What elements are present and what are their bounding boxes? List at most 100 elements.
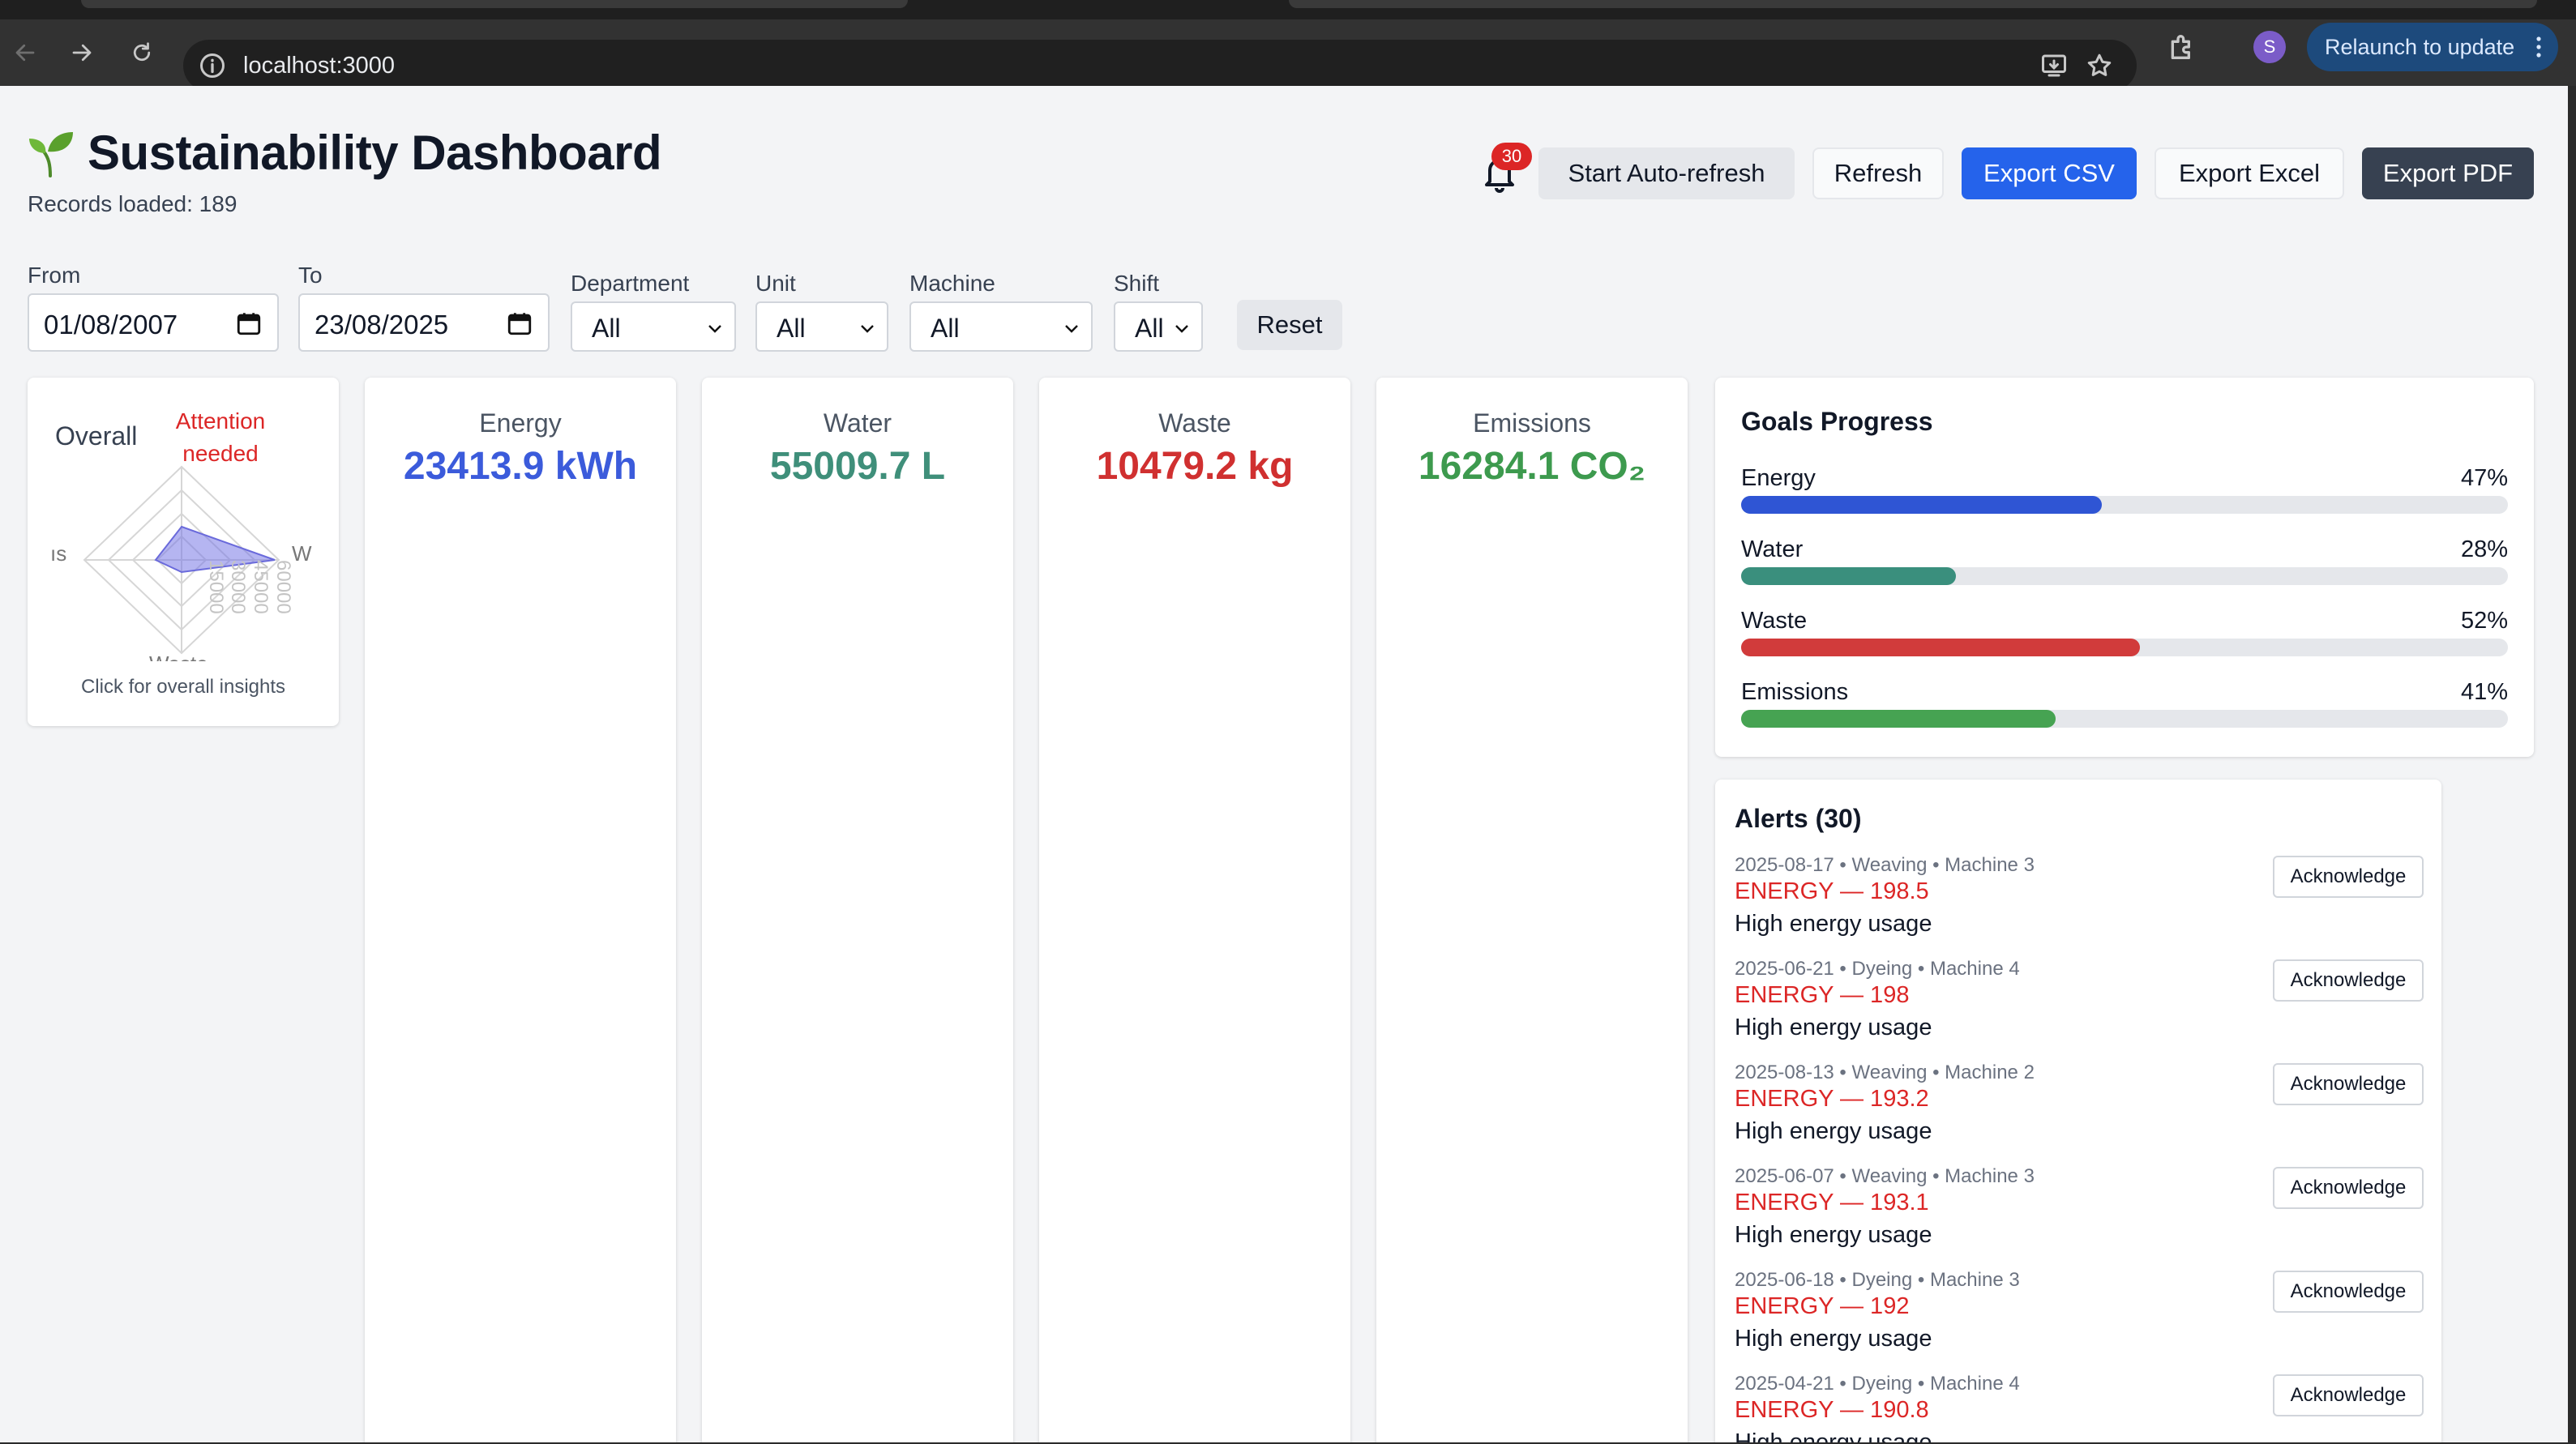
alert-item: 2025-06-18 • Dyeing • Machine 3 ENERGY —… <box>1735 1269 2424 1366</box>
waste-card[interactable]: Waste 10479.2 kg <box>1039 378 1350 1442</box>
alert-value: ENERGY — 198.5 <box>1735 878 1929 904</box>
radar-tick-label: 30000 <box>227 560 249 614</box>
window-edge <box>2568 86 2576 1444</box>
bookmark-star-icon[interactable] <box>2085 51 2114 80</box>
overall-label: Overall <box>55 421 138 451</box>
dashboard-page: Sustainability Dashboard Records loaded:… <box>0 86 2568 1442</box>
notification-badge: 30 <box>1491 143 1532 170</box>
energy-label: Energy <box>479 408 562 438</box>
acknowledge-button[interactable]: Acknowledge <box>2273 856 2424 898</box>
from-date-input[interactable]: 01/08/2007 <box>28 293 279 352</box>
goals-title: Goals Progress <box>1741 407 1933 436</box>
waste-label: Waste <box>1158 408 1231 438</box>
energy-card[interactable]: Energy 23413.9 kWh <box>365 378 676 1442</box>
goal-name: Energy <box>1741 465 1816 491</box>
waste-value: 10479.2 kg <box>1096 445 1294 488</box>
page-header: Sustainability Dashboard <box>26 125 662 181</box>
department-select[interactable]: All <box>571 301 736 352</box>
arrow-right-icon <box>72 44 92 62</box>
from-label: From <box>28 263 81 288</box>
machine-select[interactable]: All <box>909 301 1093 352</box>
goal-percent: 47% <box>2460 465 2508 491</box>
machine-value: All <box>931 314 960 343</box>
radar-tick-label: 15000 <box>205 560 227 614</box>
profile-avatar[interactable]: S <box>2253 31 2286 63</box>
overall-card[interactable]: Overall Attention needed ıs W Waste 1500… <box>28 378 339 726</box>
alert-meta: 2025-08-17 • Weaving • Machine 3 <box>1735 854 2035 876</box>
acknowledge-button[interactable]: Acknowledge <box>2273 1271 2424 1313</box>
alert-message: High energy usage <box>1735 1326 1932 1352</box>
emissions-card[interactable]: Emissions 16284.1 CO₂ <box>1376 378 1688 1442</box>
chevron-down-icon <box>1065 325 1078 333</box>
alert-meta: 2025-06-21 • Dyeing • Machine 4 <box>1735 958 2020 980</box>
calendar-icon[interactable] <box>235 310 263 337</box>
export-excel-button[interactable]: Export Excel <box>2155 147 2344 199</box>
water-card[interactable]: Water 55009.7 L <box>702 378 1013 1442</box>
chevron-down-icon <box>1175 325 1188 333</box>
alert-message: High energy usage <box>1735 1429 1932 1442</box>
from-date-value: 01/08/2007 <box>44 310 178 340</box>
forward-button[interactable] <box>62 32 102 73</box>
shift-select[interactable]: All <box>1114 301 1203 352</box>
radar-tick-label: 45000 <box>250 560 272 614</box>
goal-name: Water <box>1741 536 1804 562</box>
department-value: All <box>592 314 621 343</box>
relaunch-label: Relaunch to update <box>2325 35 2515 59</box>
arrow-left-icon <box>15 44 35 62</box>
emissions-label: Emissions <box>1473 408 1591 438</box>
acknowledge-button[interactable]: Acknowledge <box>2273 1063 2424 1105</box>
url-text: localhost:3000 <box>243 53 396 79</box>
goals-progress-card: Goals Progress Energy 47% Water 28% Wast… <box>1715 378 2534 757</box>
site-info-icon[interactable] <box>198 51 227 80</box>
install-app-icon[interactable] <box>2039 51 2069 80</box>
goal-name: Emissions <box>1741 679 1849 705</box>
progress-track <box>1741 639 2508 656</box>
acknowledge-button[interactable]: Acknowledge <box>2273 959 2424 1002</box>
alert-item: 2025-08-17 • Weaving • Machine 3 ENERGY … <box>1735 854 2424 951</box>
alert-value: ENERGY — 190.8 <box>1735 1397 1929 1423</box>
unit-select[interactable]: All <box>755 301 888 352</box>
unit-label: Unit <box>755 271 796 296</box>
alerts-title: Alerts (30) <box>1735 804 1862 833</box>
shift-value: All <box>1135 314 1164 343</box>
calendar-icon[interactable] <box>506 310 533 337</box>
alert-message: High energy usage <box>1735 1222 1932 1248</box>
browser-tab[interactable] <box>1289 0 2537 8</box>
reload-icon <box>133 42 151 62</box>
progress-fill <box>1741 496 2102 514</box>
refresh-button[interactable]: Refresh <box>1812 147 1944 199</box>
back-button[interactable] <box>5 32 45 73</box>
radar-chart[interactable]: ıs W Waste 15000 30000 45000 60000 <box>28 459 344 661</box>
progress-track <box>1741 496 2508 514</box>
acknowledge-button[interactable]: Acknowledge <box>2273 1374 2424 1416</box>
start-auto-refresh-button[interactable]: Start Auto-refresh <box>1538 147 1795 199</box>
address-bar[interactable]: localhost:3000 <box>183 40 2137 92</box>
goal-name: Waste <box>1741 608 1808 634</box>
to-date-input[interactable]: 23/08/2025 <box>298 293 550 352</box>
unit-value: All <box>777 314 806 343</box>
reload-button[interactable] <box>122 32 162 73</box>
alert-item: 2025-08-13 • Weaving • Machine 2 ENERGY … <box>1735 1062 2424 1159</box>
goal-percent: 28% <box>2460 536 2508 562</box>
alert-value: ENERGY — 198 <box>1735 982 1910 1008</box>
shift-label: Shift <box>1114 271 1160 296</box>
page-title: Sustainability Dashboard <box>88 126 662 180</box>
relaunch-update-button[interactable]: Relaunch to update <box>2307 23 2558 71</box>
alert-message: High energy usage <box>1735 911 1932 937</box>
browser-tab-strip <box>0 0 2576 19</box>
progress-track <box>1741 567 2508 585</box>
export-pdf-button[interactable]: Export PDF <box>2362 147 2534 199</box>
radar-tick-label: 60000 <box>272 560 294 614</box>
reset-button[interactable]: Reset <box>1237 300 1342 350</box>
extensions-puzzle-icon[interactable] <box>2166 31 2198 63</box>
to-date-value: 23/08/2025 <box>315 310 449 340</box>
acknowledge-button[interactable]: Acknowledge <box>2273 1167 2424 1209</box>
browser-tab[interactable] <box>81 0 908 8</box>
alert-item: 2025-06-21 • Dyeing • Machine 4 ENERGY —… <box>1735 958 2424 1055</box>
alert-meta: 2025-04-21 • Dyeing • Machine 4 <box>1735 1373 2020 1395</box>
alert-meta: 2025-06-18 • Dyeing • Machine 3 <box>1735 1269 2020 1291</box>
more-vert-icon[interactable] <box>2531 34 2547 60</box>
export-csv-button[interactable]: Export CSV <box>1962 147 2137 199</box>
alert-value: ENERGY — 192 <box>1735 1293 1910 1319</box>
chevron-down-icon <box>861 325 874 333</box>
